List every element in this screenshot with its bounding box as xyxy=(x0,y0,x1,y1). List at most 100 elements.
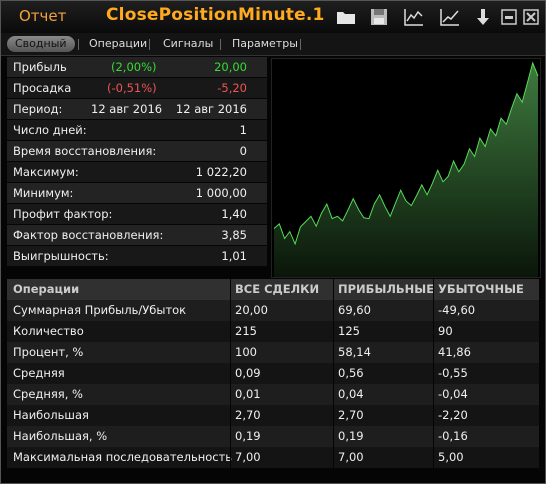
stat-value: 1 022,20 xyxy=(195,165,247,179)
stat-label: Период: xyxy=(13,102,63,116)
tab-divider xyxy=(220,39,221,50)
cell-value: 69,60 xyxy=(338,303,371,317)
table-header: Операции ВСЕ СДЕЛКИ ПРИБЫЛЬНЫЕ УБЫТОЧНЫЕ xyxy=(7,279,539,300)
row-label: Процент, % xyxy=(13,345,84,359)
column-divider xyxy=(230,384,231,405)
row-label: Наибольшая, % xyxy=(13,429,108,443)
stat-label: Выигрышность: xyxy=(13,249,109,263)
table-row: Наибольшая, % 0,19 0,19 -0,16 xyxy=(7,426,539,447)
days-row: Число дней: 1 xyxy=(7,120,267,140)
minimum-row: Минимум: 1 000,00 xyxy=(7,183,267,203)
column-divider xyxy=(333,384,334,405)
stat-value: 1,40 xyxy=(221,207,247,221)
stat-value: 1,01 xyxy=(221,249,247,263)
column-divider xyxy=(230,405,231,426)
equity-area xyxy=(274,63,538,277)
cell-value: 100 xyxy=(235,345,257,359)
stat-label: Минимум: xyxy=(13,186,74,200)
cell-value: 58,14 xyxy=(338,345,371,359)
table-row: Количество 215 125 90 xyxy=(7,321,539,342)
table-row: Процент, % 100 58,14 41,86 xyxy=(7,342,539,363)
stat-value: 1 000,00 xyxy=(195,186,247,200)
save-icon[interactable] xyxy=(368,6,390,28)
cell-value: 125 xyxy=(338,324,360,338)
table-row: Суммарная Прибыль/Убыток 20,00 69,60 -49,60 xyxy=(7,300,539,321)
tab-parameters[interactable]: Параметры xyxy=(224,36,306,52)
cell-value: 0,04 xyxy=(338,387,364,401)
column-divider xyxy=(433,342,434,363)
stat-label: Профит фактор: xyxy=(13,207,113,221)
table-row: Максимальная последовательность 7,00 7,00 5… xyxy=(7,447,539,468)
title-bar: Отчет ClosePositionMinute.1 xyxy=(1,1,545,33)
cell-value: 20,00 xyxy=(235,303,268,317)
column-divider xyxy=(230,447,231,468)
stat-percent: (2,00%) xyxy=(111,60,157,74)
column-divider xyxy=(230,342,231,363)
close-icon[interactable] xyxy=(520,6,542,28)
recovery-time-row: Время восстановления: 0 xyxy=(7,141,267,161)
column-divider xyxy=(333,405,334,426)
stat-value: 20,00 xyxy=(214,60,247,74)
column-divider xyxy=(433,321,434,342)
cell-value: 0,19 xyxy=(338,429,364,443)
chart-icon[interactable] xyxy=(439,6,461,28)
column-divider xyxy=(333,279,334,300)
period-end: 12 авг 2016 xyxy=(175,102,247,116)
cell-value: 0,56 xyxy=(338,366,364,380)
cell-value: -2,20 xyxy=(438,408,468,422)
window-label: Отчет xyxy=(19,7,67,25)
tab-summary[interactable]: Сводный xyxy=(7,36,75,52)
column-divider xyxy=(433,384,434,405)
col-header-losing: УБЫТОЧНЫЕ xyxy=(438,282,524,296)
stat-label: Прибыль xyxy=(13,60,67,74)
column-divider xyxy=(333,363,334,384)
column-divider xyxy=(433,426,434,447)
equity-chart-svg xyxy=(273,61,539,277)
cell-value: 2,70 xyxy=(235,408,261,422)
column-divider xyxy=(230,300,231,321)
table-row: Наибольшая 2,70 2,70 -2,20 xyxy=(7,405,539,426)
row-label: Суммарная Прибыль/Убыток xyxy=(13,303,187,317)
stat-label: Просадка xyxy=(13,81,72,95)
report-window: Отчет ClosePositionMinute.1 Сводный Опер… xyxy=(0,0,546,484)
stat-label: Время восстановления: xyxy=(13,144,157,158)
column-divider xyxy=(333,426,334,447)
period-start: 12 авг 2016 xyxy=(91,102,163,116)
column-divider xyxy=(433,447,434,468)
win-ratio-row: Выигрышность: 1,01 xyxy=(7,246,267,266)
row-label: Максимальная последовательность xyxy=(13,450,233,464)
table-row: Средняя 0,09 0,56 -0,55 xyxy=(7,363,539,384)
recovery-factor-row: Фактор восстановления: 3,85 xyxy=(7,225,267,245)
minimize-icon[interactable] xyxy=(498,6,520,28)
column-divider xyxy=(230,279,231,300)
cell-value: -0,55 xyxy=(438,366,468,380)
profit-factor-row: Профит фактор: 1,40 xyxy=(7,204,267,224)
stat-label: Максимум: xyxy=(13,165,79,179)
folder-icon[interactable] xyxy=(335,6,357,28)
cell-value: 7,00 xyxy=(338,450,364,464)
tab-divider xyxy=(78,39,79,50)
stat-label: Число дней: xyxy=(13,123,87,137)
tab-divider xyxy=(300,39,301,50)
tab-divider xyxy=(149,39,150,50)
profit-row: Прибыль (2,00%) 20,00 xyxy=(7,57,267,77)
download-icon[interactable] xyxy=(472,6,494,28)
row-label: Средняя, % xyxy=(13,387,83,401)
cell-value: 5,00 xyxy=(438,450,464,464)
cell-value: -0,16 xyxy=(438,429,468,443)
cell-value: 90 xyxy=(438,324,453,338)
column-divider xyxy=(433,405,434,426)
row-label: Наибольшая xyxy=(13,408,89,422)
cell-value: -49,60 xyxy=(438,303,476,317)
tab-bar: Сводный Операции Сигналы Параметры xyxy=(1,33,545,56)
tab-operations[interactable]: Операции xyxy=(81,36,155,52)
tab-signals[interactable]: Сигналы xyxy=(155,36,221,52)
cell-value: 0,19 xyxy=(235,429,261,443)
drawdown-row: Просадка (-0,51%) -5,20 xyxy=(7,78,267,98)
cell-value: 2,70 xyxy=(338,408,364,422)
period-row: Период: 12 авг 2016 12 авг 2016 xyxy=(7,99,267,119)
row-label: Средняя xyxy=(13,366,65,380)
column-divider xyxy=(333,447,334,468)
column-divider xyxy=(333,300,334,321)
chart-settings-icon[interactable] xyxy=(403,6,425,28)
